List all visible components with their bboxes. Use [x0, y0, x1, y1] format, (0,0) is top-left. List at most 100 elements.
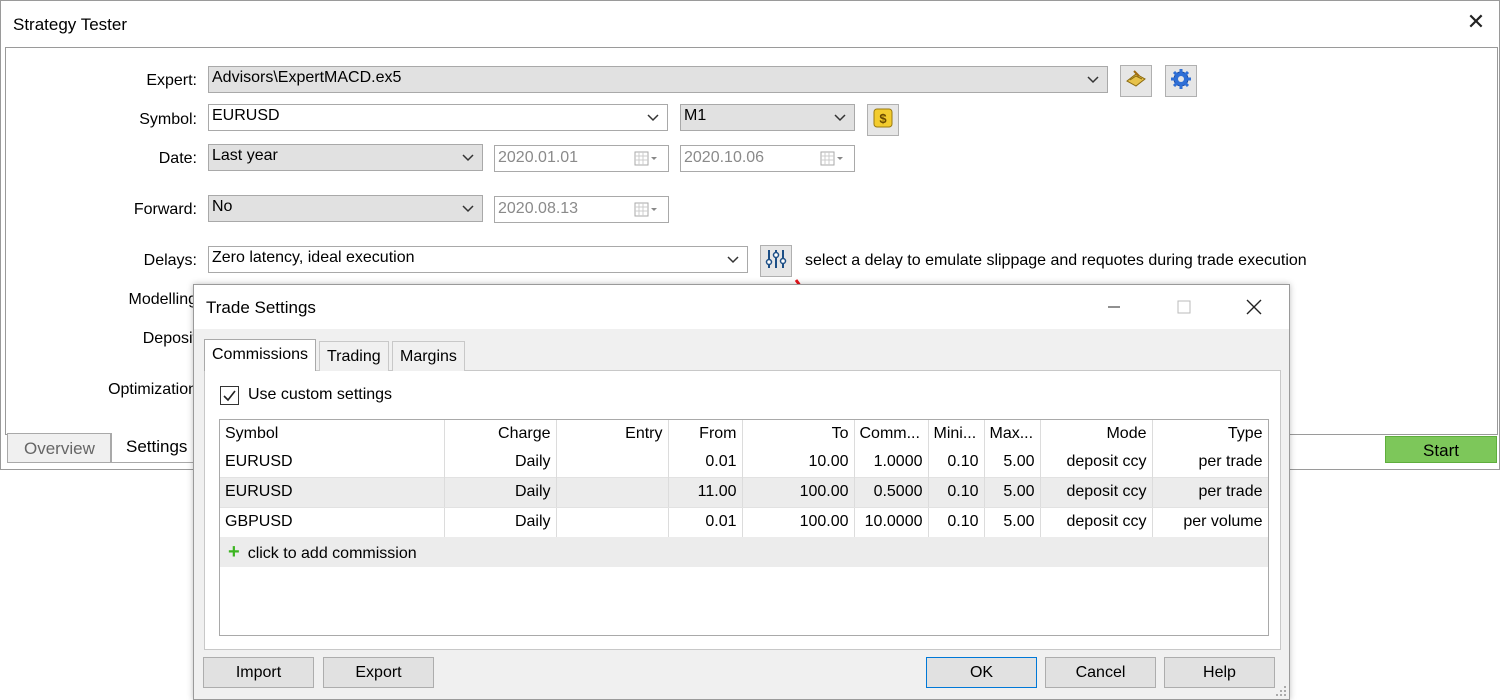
expert-value: Advisors\ExpertMACD.ex5	[212, 69, 402, 86]
symbol-value: EURUSD	[212, 107, 280, 124]
table-row[interactable]: GBPUSD Daily 0.01 100.00 10.0000 0.10 5.…	[220, 507, 1268, 537]
symbol-label: Symbol:	[139, 111, 197, 128]
minimize-icon[interactable]	[1100, 295, 1128, 319]
date-to-value: 2020.10.06	[684, 149, 765, 166]
tab-settings[interactable]: Settings	[111, 433, 201, 463]
column-header[interactable]: From	[668, 420, 743, 447]
cell-entry	[556, 447, 669, 477]
checkmark-icon	[223, 390, 236, 402]
commissions-table: Symbol Charge Entry From To Comm... Mini…	[219, 419, 1269, 636]
table-row[interactable]: EURUSD Daily 0.01 10.00 1.0000 0.10 5.00…	[220, 447, 1268, 477]
optimization-label: Optimization	[108, 381, 197, 398]
period-select[interactable]: M1	[680, 104, 855, 131]
calendar-icon[interactable]	[634, 202, 660, 218]
dialog-title: Trade Settings	[206, 298, 316, 317]
cell-minimum: 0.10	[928, 507, 985, 537]
date-range-value: Last year	[212, 147, 278, 164]
close-icon[interactable]	[1240, 295, 1268, 319]
forward-select[interactable]: No	[208, 195, 483, 222]
date-range-select[interactable]: Last year	[208, 144, 483, 171]
column-header[interactable]: Type	[1152, 420, 1268, 447]
help-button[interactable]: Help	[1164, 657, 1275, 688]
resize-grip-icon[interactable]	[1275, 685, 1287, 697]
delays-label: Delays:	[143, 252, 197, 269]
forward-date-value: 2020.08.13	[498, 200, 579, 217]
cell-type: per trade	[1152, 476, 1268, 508]
period-value: M1	[684, 107, 707, 124]
table-row[interactable]: EURUSD Daily 11.00 100.00 0.5000 0.10 5.…	[220, 476, 1268, 508]
column-header[interactable]: Charge	[444, 420, 557, 447]
date-to-field[interactable]: 2020.10.06	[680, 145, 855, 172]
calendar-icon[interactable]	[820, 151, 846, 167]
add-commission-row[interactable]: + click to add commission	[220, 537, 1268, 567]
cancel-button[interactable]: Cancel	[1045, 657, 1156, 688]
expert-select[interactable]: Advisors\ExpertMACD.ex5	[208, 66, 1108, 93]
cell-mode: deposit ccy	[1040, 507, 1153, 537]
cell-from: 11.00	[668, 476, 743, 508]
start-button[interactable]: Start	[1385, 436, 1497, 463]
trade-settings-dialog: Trade Settings Commissions Trading Margi…	[193, 284, 1290, 700]
deposit-label: Deposit	[142, 330, 197, 347]
cell-symbol: EURUSD	[220, 447, 445, 477]
chevron-down-icon	[832, 108, 848, 126]
symbol-select[interactable]: EURUSD	[208, 104, 668, 131]
use-custom-checkbox[interactable]	[220, 386, 239, 405]
dollar-icon: $	[872, 107, 894, 134]
add-commission-cell[interactable]: + click to add commission	[220, 537, 1268, 567]
column-header[interactable]: Entry	[556, 420, 669, 447]
chevron-down-icon	[725, 250, 741, 268]
sliders-icon	[764, 247, 788, 276]
column-header[interactable]: To	[742, 420, 855, 447]
delays-select[interactable]: Zero latency, ideal execution	[208, 246, 748, 273]
cell-charge: Daily	[444, 507, 557, 537]
delays-hint: select a delay to emulate slippage and r…	[805, 252, 1307, 269]
date-from-field[interactable]: 2020.01.01	[494, 145, 669, 172]
column-header[interactable]: Symbol	[220, 420, 445, 447]
cell-symbol: EURUSD	[220, 476, 445, 508]
import-button[interactable]: Import	[203, 657, 314, 688]
forward-date-field[interactable]: 2020.08.13	[494, 196, 669, 223]
calendar-icon[interactable]	[634, 151, 660, 167]
window-title: Strategy Tester	[13, 15, 128, 34]
cell-to: 10.00	[742, 447, 855, 477]
export-button[interactable]: Export	[323, 657, 434, 688]
cell-maximum: 5.00	[984, 476, 1041, 508]
cell-maximum: 5.00	[984, 447, 1041, 477]
cell-maximum: 5.00	[984, 507, 1041, 537]
add-commission-label: click to add commission	[247, 544, 417, 562]
tab-trading[interactable]: Trading	[319, 341, 389, 371]
cell-commission: 0.5000	[854, 476, 929, 508]
forward-value: No	[212, 198, 233, 215]
column-header[interactable]: Mode	[1040, 420, 1153, 447]
column-header[interactable]: Max...	[984, 420, 1041, 447]
tab-commissions[interactable]: Commissions	[204, 339, 317, 371]
maximize-icon[interactable]	[1170, 295, 1198, 319]
forward-label: Forward:	[133, 201, 197, 218]
chevron-down-icon	[460, 199, 476, 217]
cell-entry	[556, 476, 669, 508]
ok-button[interactable]: OK	[926, 657, 1037, 688]
cell-type: per volume	[1152, 507, 1268, 537]
cell-minimum: 0.10	[928, 476, 985, 508]
column-header[interactable]: Mini...	[928, 420, 985, 447]
cell-from: 0.01	[668, 447, 743, 477]
expert-label: Expert:	[146, 72, 197, 89]
use-custom-label: Use custom settings	[248, 386, 393, 403]
expert-properties-button[interactable]	[1165, 65, 1197, 97]
chevron-down-icon	[460, 148, 476, 166]
cell-to: 100.00	[742, 476, 855, 508]
column-header[interactable]: Comm...	[854, 420, 929, 447]
close-icon[interactable]: ✕	[1463, 9, 1489, 35]
tab-overview[interactable]: Overview	[7, 433, 111, 463]
editor-icon	[1124, 67, 1148, 96]
cell-minimum: 0.10	[928, 447, 985, 477]
cell-symbol: GBPUSD	[220, 507, 445, 537]
modelling-label: Modelling	[128, 291, 197, 308]
trade-settings-button[interactable]	[760, 245, 792, 277]
symbol-properties-button[interactable]: $	[867, 104, 899, 136]
tab-margins[interactable]: Margins	[392, 341, 465, 371]
cell-entry	[556, 507, 669, 537]
chevron-down-icon	[645, 108, 661, 126]
open-editor-button[interactable]	[1120, 65, 1152, 97]
cell-mode: deposit ccy	[1040, 447, 1153, 477]
